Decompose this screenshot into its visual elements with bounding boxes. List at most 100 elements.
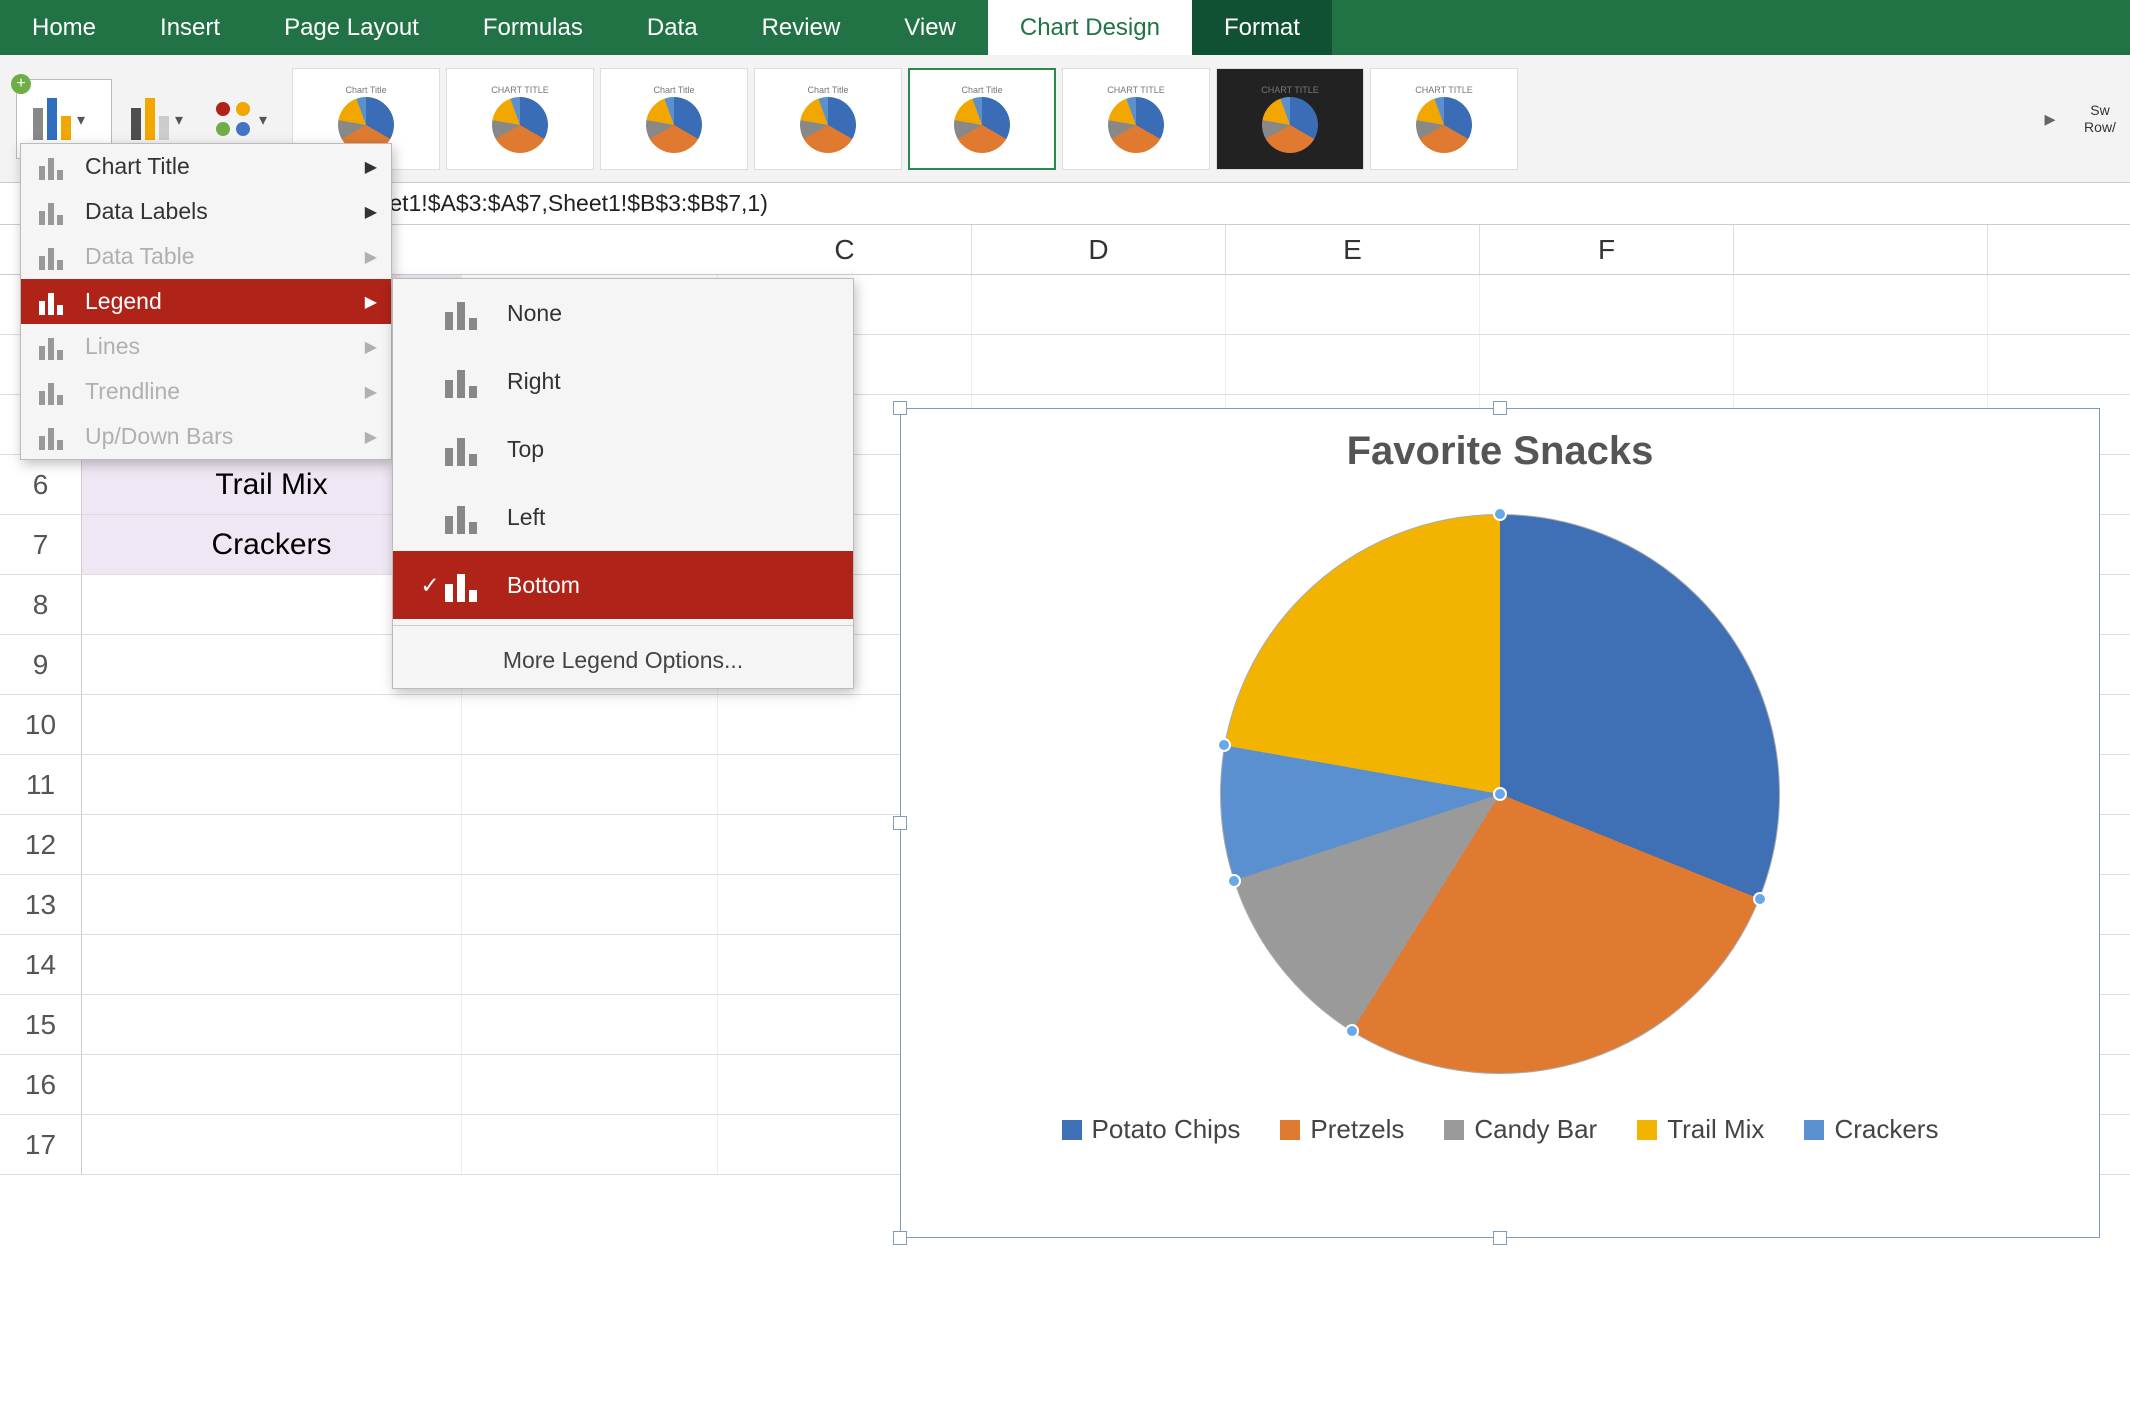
chart-title[interactable]: Favorite Snacks [901, 409, 2099, 474]
cell[interactable] [462, 1115, 718, 1174]
chart-style-thumb[interactable]: Chart Title [754, 68, 902, 170]
cell[interactable] [1734, 275, 1988, 334]
menu-item-chart-title[interactable]: Chart Title ▶ [21, 144, 391, 189]
legend-swatch [1280, 1120, 1300, 1140]
row-header[interactable]: 11 [0, 755, 82, 814]
row-header[interactable]: 6 [0, 455, 82, 514]
ribbon-tabs: HomeInsertPage LayoutFormulasDataReviewV… [0, 0, 2130, 55]
data-point-handle[interactable] [1493, 507, 1507, 521]
col-header[interactable] [1734, 225, 1988, 274]
chevron-right-icon: ▶ [365, 427, 377, 447]
legend-option-right[interactable]: Right [393, 347, 853, 415]
cell[interactable] [82, 815, 462, 874]
resize-handle[interactable] [893, 1231, 907, 1245]
legend-option-none[interactable]: None [393, 279, 853, 347]
chart-style-thumb[interactable]: Chart Title [600, 68, 748, 170]
chart-style-thumb[interactable]: CHART TITLE [1062, 68, 1210, 170]
legend-option-bottom[interactable]: ✓Bottom [393, 551, 853, 619]
menu-item-trendline: Trendline▶ [21, 369, 391, 414]
cell[interactable] [462, 755, 718, 814]
cell[interactable] [82, 995, 462, 1054]
chart-object[interactable]: Favorite Snacks Potato Chips Pretzels Cand… [900, 408, 2100, 1238]
cell[interactable] [82, 1055, 462, 1114]
col-header[interactable]: E [1226, 225, 1480, 274]
data-point-handle[interactable] [1345, 1024, 1359, 1038]
data-point-handle[interactable] [1753, 892, 1767, 906]
row-header[interactable]: 9 [0, 635, 82, 694]
row-header[interactable]: 13 [0, 875, 82, 934]
cell[interactable] [82, 875, 462, 934]
menu-item-label: Chart Title [85, 153, 190, 180]
chart-legend[interactable]: Potato Chips Pretzels Candy Bar Trail Mix Cr… [901, 1114, 2099, 1145]
row-header[interactable]: 16 [0, 1055, 82, 1114]
cell[interactable] [462, 1055, 718, 1114]
legend-item[interactable]: Potato Chips [1062, 1114, 1241, 1145]
ribbon-tab-chart-design[interactable]: Chart Design [988, 0, 1192, 55]
cell[interactable] [82, 755, 462, 814]
resize-handle[interactable] [1493, 401, 1507, 415]
row-header[interactable]: 12 [0, 815, 82, 874]
legend-item[interactable]: Crackers [1804, 1114, 1938, 1145]
ribbon-tab-formulas[interactable]: Formulas [451, 0, 615, 55]
chart-style-thumb[interactable]: CHART TITLE [446, 68, 594, 170]
col-header[interactable]: F [1480, 225, 1734, 274]
menu-item-legend[interactable]: Legend▶ [21, 279, 391, 324]
chevron-right-icon: ▶ [365, 157, 377, 177]
legend-item[interactable]: Trail Mix [1637, 1114, 1764, 1145]
cell[interactable] [1226, 335, 1480, 394]
cell[interactable] [462, 815, 718, 874]
ribbon-tab-review[interactable]: Review [730, 0, 873, 55]
legend-option-label: Right [507, 368, 561, 395]
chart-style-thumb[interactable]: Chart Title [908, 68, 1056, 170]
cell[interactable] [82, 935, 462, 994]
legend-option-top[interactable]: Top [393, 415, 853, 483]
menu-item-label: Data Table [85, 243, 195, 270]
row-header[interactable]: 14 [0, 935, 82, 994]
data-point-handle[interactable] [1227, 874, 1241, 888]
legend-item[interactable]: Pretzels [1280, 1114, 1404, 1145]
cell[interactable] [462, 995, 718, 1054]
bars-icon [39, 334, 71, 360]
cell[interactable] [462, 875, 718, 934]
cell[interactable] [82, 695, 462, 754]
change-colors-button[interactable] [206, 92, 276, 146]
ribbon-tab-insert[interactable]: Insert [128, 0, 252, 55]
gallery-next-button[interactable]: ▸ [2030, 106, 2070, 132]
ribbon-tab-view[interactable]: View [872, 0, 988, 55]
cell[interactable] [1480, 335, 1734, 394]
bars-icon [39, 289, 71, 315]
row-header[interactable]: 7 [0, 515, 82, 574]
row-header[interactable]: 15 [0, 995, 82, 1054]
cell[interactable] [462, 935, 718, 994]
ribbon-tab-home[interactable]: Home [0, 0, 128, 55]
chart-style-thumb[interactable]: CHART TITLE [1370, 68, 1518, 170]
resize-handle[interactable] [1493, 1231, 1507, 1245]
bars-icon [39, 199, 71, 225]
col-header[interactable]: C [718, 225, 972, 274]
chart-style-thumb[interactable]: CHART TITLE [1216, 68, 1364, 170]
menu-item-data-labels[interactable]: Data Labels▶ [21, 189, 391, 234]
row-header[interactable]: 10 [0, 695, 82, 754]
cell[interactable] [462, 695, 718, 754]
resize-handle[interactable] [893, 401, 907, 415]
switch-row-col-button[interactable]: Sw Row/ [2070, 102, 2130, 136]
cell[interactable] [1226, 275, 1480, 334]
data-point-handle[interactable] [1493, 787, 1507, 801]
cell[interactable] [82, 1115, 462, 1174]
legend-option-label: Bottom [507, 572, 580, 599]
cell[interactable] [972, 335, 1226, 394]
row-header[interactable]: 8 [0, 575, 82, 634]
row-header[interactable]: 17 [0, 1115, 82, 1174]
cell[interactable] [972, 275, 1226, 334]
legend-item[interactable]: Candy Bar [1444, 1114, 1597, 1145]
legend-option-left[interactable]: Left [393, 483, 853, 551]
cell[interactable] [1734, 335, 1988, 394]
ribbon-tab-data[interactable]: Data [615, 0, 730, 55]
chevron-right-icon: ▶ [365, 202, 377, 222]
col-header[interactable]: D [972, 225, 1226, 274]
ribbon-tab-page-layout[interactable]: Page Layout [252, 0, 451, 55]
ribbon-tab-format[interactable]: Format [1192, 0, 1332, 55]
cell[interactable] [1480, 275, 1734, 334]
quick-layout-button[interactable] [124, 91, 194, 147]
more-legend-options[interactable]: More Legend Options... [393, 632, 853, 688]
